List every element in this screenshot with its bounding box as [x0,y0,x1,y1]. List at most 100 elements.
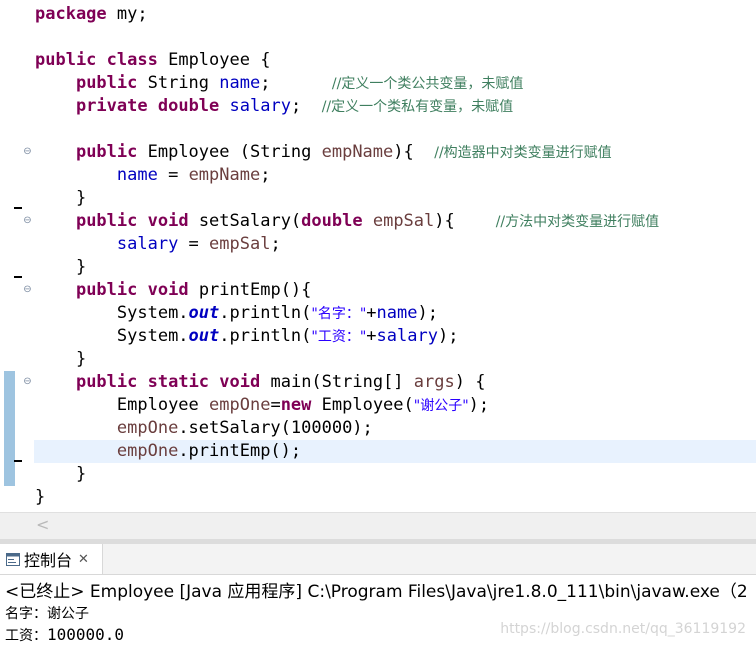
local-variable: empOne [116,441,179,461]
comment: //方法中对类变量进行赋值 [495,214,660,230]
keyword: public [35,50,97,70]
console-status: <已终止> Employee [Java 应用程序] C:\Program Fi… [5,582,748,602]
code-line-ctor-body[interactable]: name = empName; [35,164,271,187]
close-icon[interactable]: ✕ [78,552,89,567]
brace: } [75,349,87,369]
operator: = [270,395,281,415]
code-line-print-emp[interactable]: public void printEmp(){ [35,279,311,302]
keyword: new [280,395,312,415]
editor-ruler [0,0,22,512]
parameter: args [413,372,455,392]
string-literal: "工资：" [311,329,367,345]
keyword: void [147,211,189,231]
field-name: salary [376,326,438,346]
collapse-icon[interactable]: ⊖ [22,284,33,295]
parameter: empName [188,165,261,185]
output-label: 工资： [5,628,47,644]
output-value: 100000.0 [47,625,125,644]
collapse-icon[interactable]: ⊖ [22,215,33,226]
code-line-new-employee[interactable]: Employee empOne=new Employee("谢公子"); [35,394,489,417]
change-tick [14,276,22,278]
method-call: .printEmp(); [178,441,302,461]
code-line-class[interactable]: public class Employee { [35,49,270,72]
code-line-close[interactable]: } [35,187,86,210]
code-line-field-name[interactable]: public String name; //定义一个类公共变量，未赋值 [35,72,523,95]
parameter: empName [321,142,394,162]
keyword: static [147,372,210,392]
tab-console[interactable]: 控制台 ✕ [0,544,103,574]
punct: ) { [454,372,486,392]
punct: ); [417,303,438,323]
punct: ; [260,165,271,185]
operator: + [366,326,377,346]
comment: //定义一个类私有变量，未赋值 [321,99,514,115]
brace: } [75,464,87,484]
console-output[interactable]: <已终止> Employee [Java 应用程序] C:\Program Fi… [0,575,756,646]
static-field: out [188,326,220,346]
class-name: Employee { [157,50,271,70]
operator: + [366,303,377,323]
method-name: printEmp(){ [188,280,312,300]
collapse-icon[interactable]: ⊖ [22,146,33,157]
code-line-println-salary[interactable]: System.out.println("工资："+salary); [35,325,459,348]
code-line-close[interactable]: } [35,348,86,371]
code-line-close[interactable]: } [35,486,45,509]
code-editor[interactable]: ⊖ ⊖ ⊖ ⊖ package my; public class Employe… [0,0,756,512]
package-name: my; [106,4,148,24]
brace: } [35,487,46,507]
code-line-print-call[interactable]: empOne.printEmp(); [35,440,301,463]
code-line-close[interactable]: } [35,463,86,486]
method-name: setSalary( [188,211,302,231]
type: String [137,73,220,93]
code-line-close[interactable]: } [35,256,86,279]
scroll-left-icon[interactable]: < [36,515,49,534]
code-line-main[interactable]: public static void main(String[] args) { [35,371,486,394]
class-ref: System. [116,326,189,346]
code-line-set-salary[interactable]: public void setSalary(double empSal){ //… [35,210,659,233]
field-name: salary [116,234,179,254]
keyword: class [106,50,158,70]
brace: } [75,188,87,208]
punct: ){ [393,142,414,162]
field-name: salary [229,96,291,116]
local-variable: empOne [209,395,271,415]
constructor-call: Employee( [311,395,414,415]
output-value: 谢公子 [47,606,89,622]
string-literal: "名字：" [311,306,367,322]
console-line: 工资：100000.0 [5,625,124,645]
type: Employee [116,395,210,415]
keyword: public [75,142,138,162]
code-line-set-call[interactable]: empOne.setSalary(100000); [35,417,373,440]
watermark: https://blog.csdn.net/qq_36119192 [500,621,746,637]
punct: ; [290,96,302,116]
change-tick [14,460,22,462]
keyword: public [75,73,138,93]
keyword: public [75,211,138,231]
parameter: empSal [372,211,435,231]
keyword: double [301,211,363,231]
code-line-field-salary[interactable]: private double salary; //定义一个类私有变量，未赋值 [35,95,513,118]
keyword: public [75,280,138,300]
static-field: out [188,303,220,323]
collapse-icon[interactable]: ⊖ [22,376,33,387]
code-line-package[interactable]: package my; [35,3,148,26]
local-variable: empOne [116,418,179,438]
keyword: void [219,372,261,392]
quick-diff-marker [4,371,15,486]
punct: ); [468,395,490,415]
punct: ; [270,234,281,254]
keyword: public [75,372,138,392]
code-line-set-body[interactable]: salary = empSal; [35,233,281,256]
keyword: void [147,280,189,300]
code-line-println-name[interactable]: System.out.println("名字："+name); [35,302,438,325]
console-line: 名字：谢公子 [5,603,89,623]
field-name: name [376,303,418,323]
method-call: .setSalary(100000); [178,418,373,438]
signature: Employee (String [137,142,322,162]
comment: //定义一个类公共变量，未赋值 [331,76,524,92]
code-line-constructor[interactable]: public Employee (String empName){ //构造器中… [35,141,612,164]
method-call: .println( [219,303,312,323]
horizontal-scrollbar[interactable]: < [0,512,756,539]
output-label: 名字： [5,606,47,622]
string-literal: "谢公子" [413,398,469,414]
